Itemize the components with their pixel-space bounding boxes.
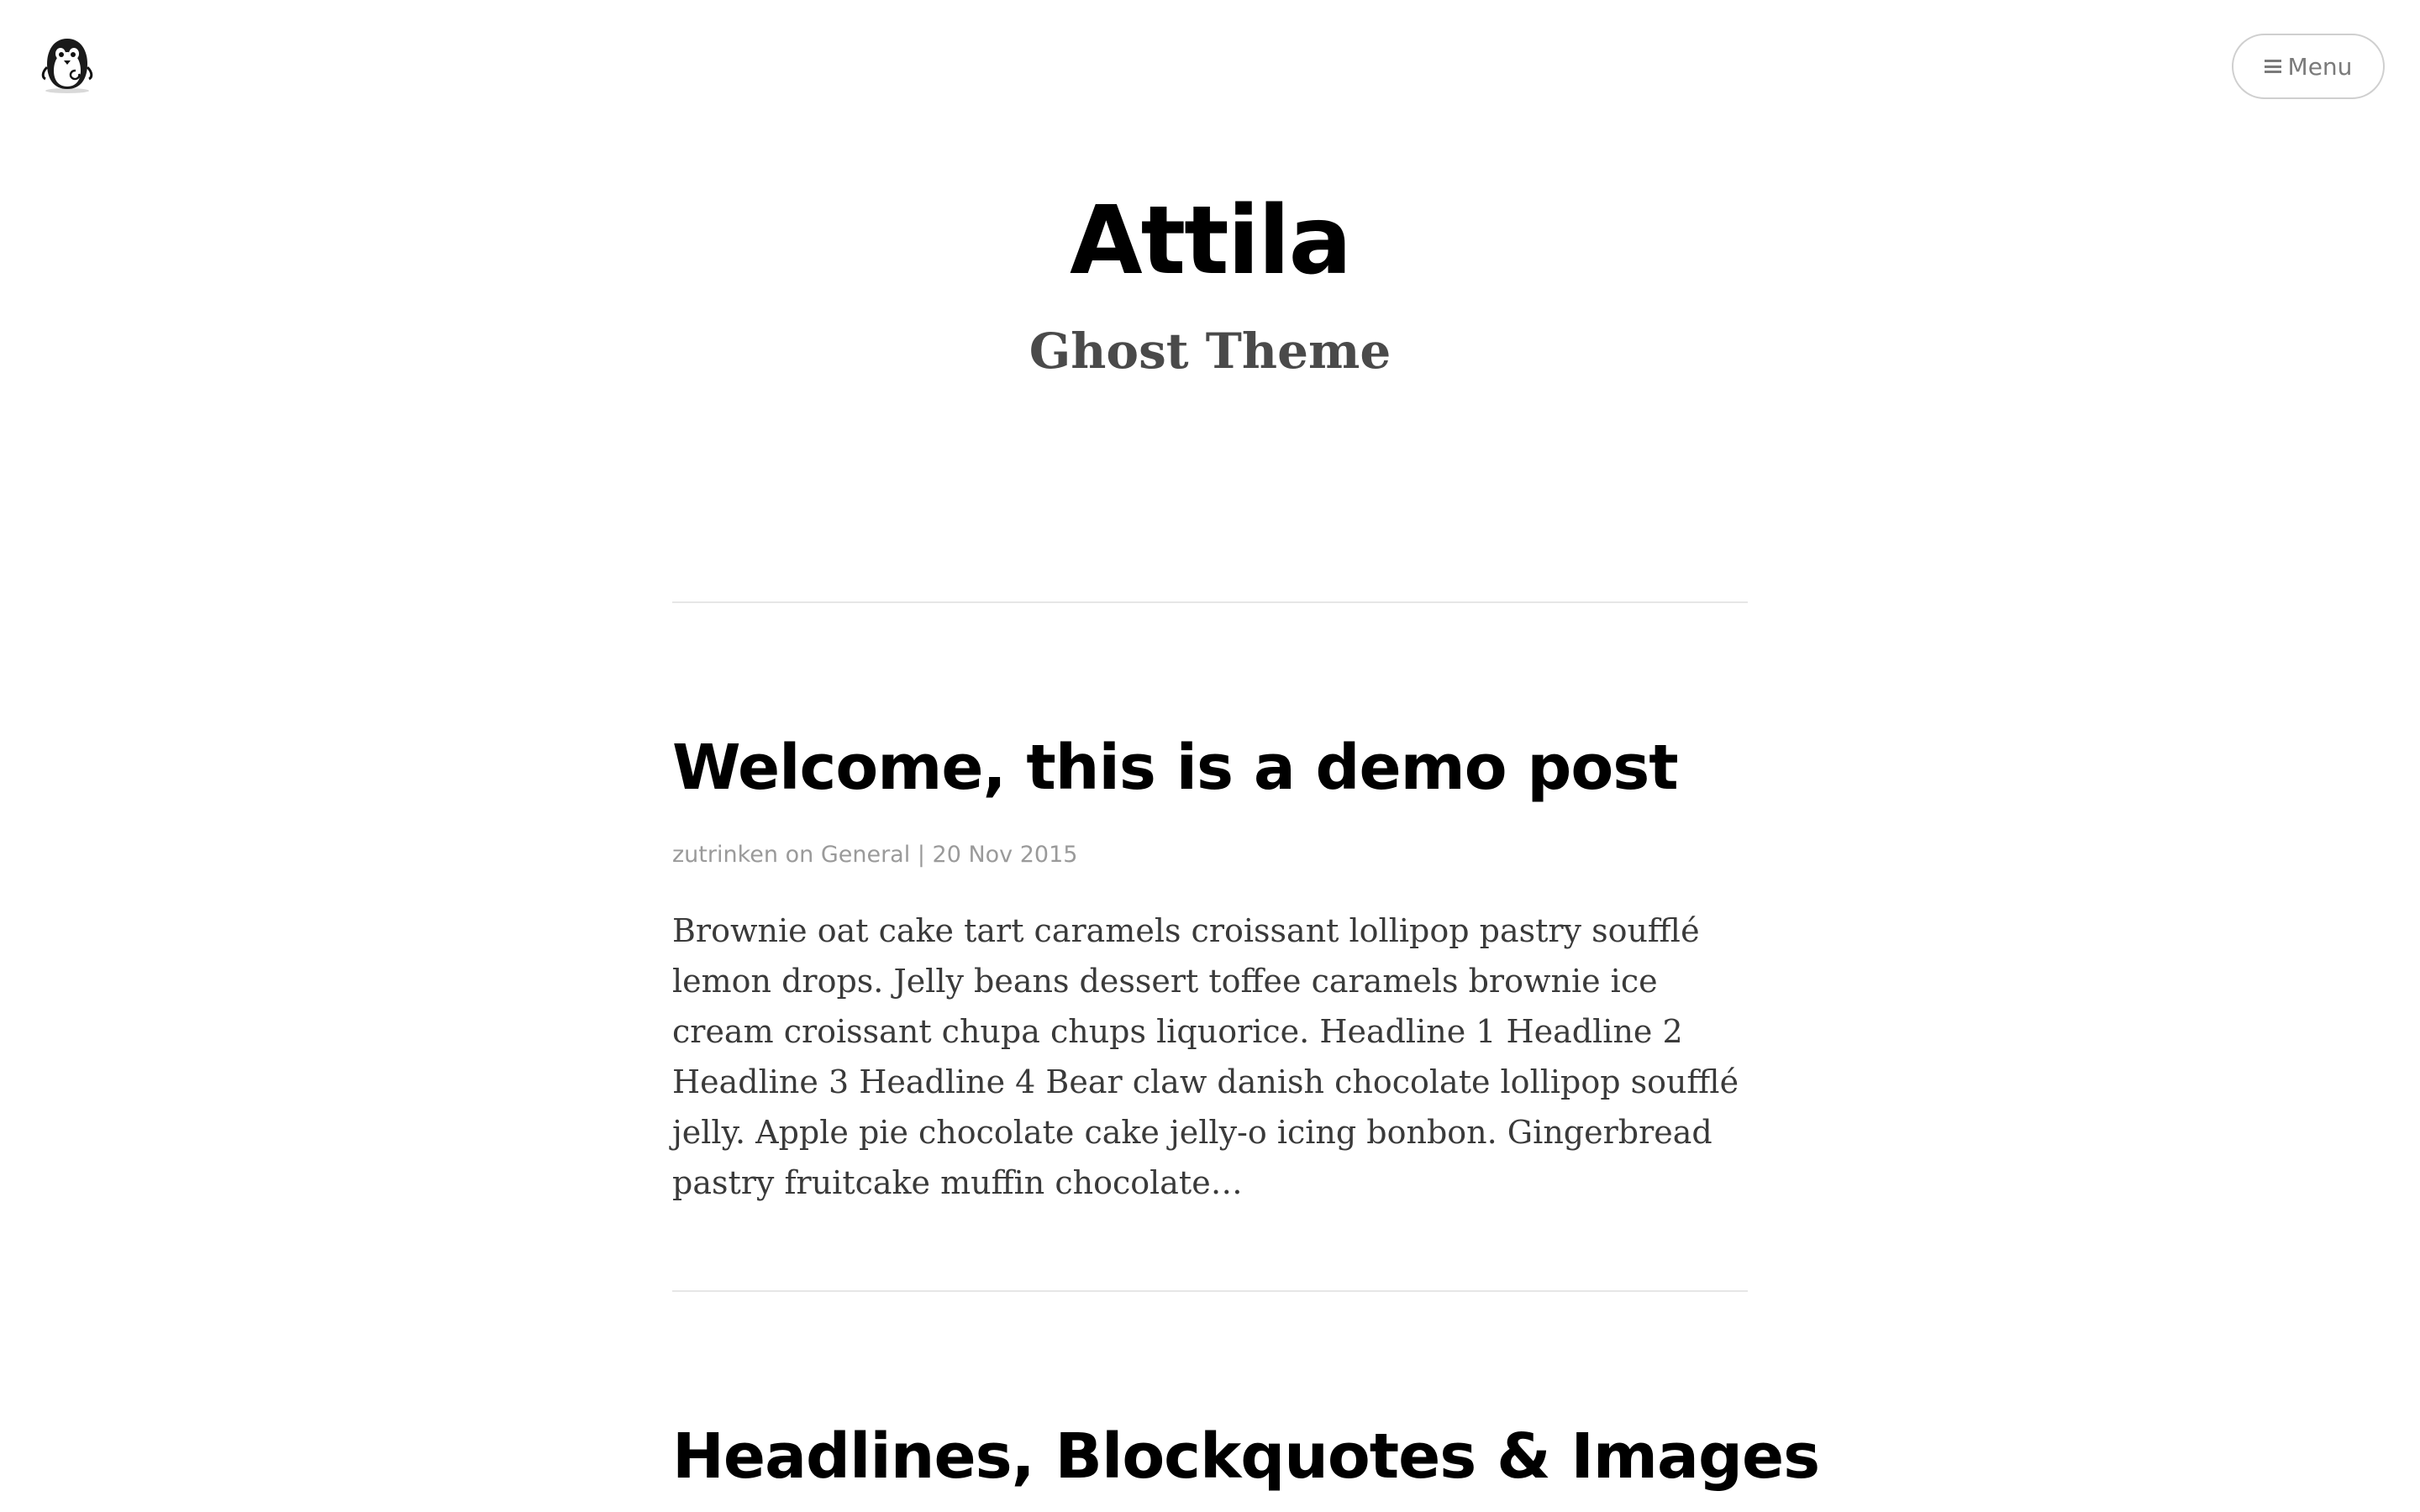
- post-divider: [672, 601, 1748, 603]
- hamburger-icon: [2264, 59, 2281, 74]
- menu-button[interactable]: Menu: [2232, 34, 2385, 99]
- post-title-link[interactable]: Welcome, this is a demo post: [672, 726, 1765, 810]
- site-logo[interactable]: [39, 34, 96, 94]
- menu-label: Menu: [2287, 52, 2353, 81]
- post-category-link[interactable]: General: [821, 842, 910, 868]
- site-subtitle: Ghost Theme: [1028, 323, 1392, 380]
- post-meta-separator: |: [917, 842, 925, 868]
- penguin-logo-icon: [41, 39, 93, 93]
- post-title-link[interactable]: Headlines, Blockquotes & Images: [672, 1415, 1820, 1499]
- post-date: 20 Nov 2015: [932, 842, 1078, 868]
- post-divider: [672, 1290, 1748, 1292]
- post-meta: zutrinken on General | 20 Nov 2015: [672, 838, 1077, 872]
- site-title: Attila: [1069, 186, 1352, 296]
- post-meta-on: on: [785, 842, 814, 868]
- post-excerpt: Brownie oat cake tart caramels croissant…: [672, 912, 1739, 1201]
- post-author-link[interactable]: zutrinken: [672, 842, 778, 868]
